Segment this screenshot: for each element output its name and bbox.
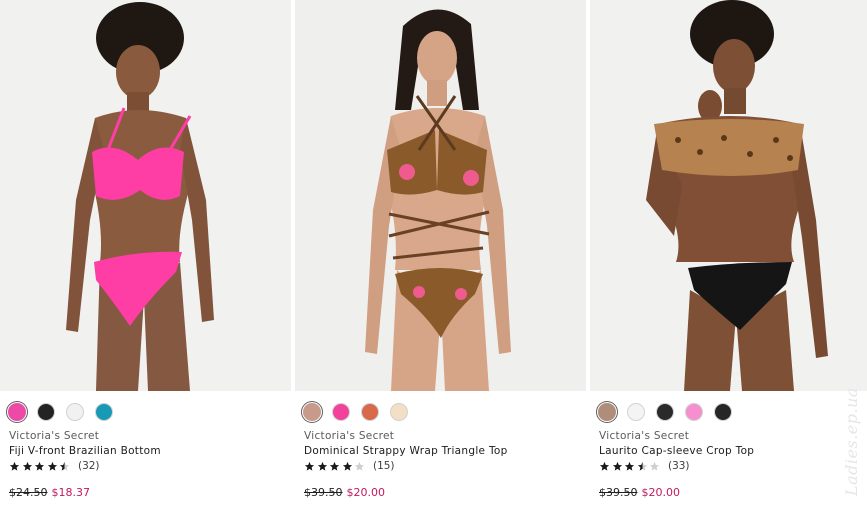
star-icon xyxy=(9,461,20,471)
product-price: $24.50 $18.37 xyxy=(9,486,90,499)
sale-price: $18.37 xyxy=(51,486,91,499)
swatch-leopard-floral[interactable] xyxy=(303,403,321,421)
star-icon xyxy=(355,461,365,471)
swatch-white[interactable] xyxy=(627,403,645,421)
star-icon xyxy=(599,461,610,471)
product-rating: (32) xyxy=(9,459,100,473)
star-icon xyxy=(650,461,660,471)
swatch-pink[interactable] xyxy=(332,403,350,421)
product-price: $39.50 $20.00 xyxy=(599,486,680,499)
product-card[interactable]: Victoria's Secret Fiji V-front Brazilian… xyxy=(0,0,291,512)
product-brand: Victoria's Secret xyxy=(599,430,690,442)
star-icon xyxy=(22,461,32,471)
star-icon xyxy=(304,461,315,471)
star-icon xyxy=(60,461,70,471)
swatch-pink[interactable] xyxy=(8,403,26,421)
product-price: $39.50 $20.00 xyxy=(304,486,385,499)
star-icon xyxy=(625,461,635,471)
star-icon xyxy=(342,461,352,471)
star-icon xyxy=(35,461,45,471)
star-icon xyxy=(330,461,340,471)
product-card[interactable]: Victoria's Secret Dominical Strappy Wrap… xyxy=(295,0,586,512)
product-name[interactable]: Dominical Strappy Wrap Triangle Top xyxy=(304,445,508,457)
color-swatches xyxy=(303,401,419,423)
review-count[interactable]: (15) xyxy=(373,460,395,472)
sale-price: $20.00 xyxy=(346,486,386,499)
color-swatches xyxy=(8,401,124,423)
swatch-teal[interactable] xyxy=(95,403,113,421)
star-icon xyxy=(612,461,622,471)
rating-stars xyxy=(304,461,367,472)
color-swatches xyxy=(598,401,743,423)
review-count[interactable]: (32) xyxy=(78,460,100,472)
product-image[interactable] xyxy=(0,0,291,391)
product-image[interactable] xyxy=(295,0,586,391)
star-icon xyxy=(317,461,327,471)
swatch-black[interactable] xyxy=(37,403,55,421)
product-card[interactable]: Victoria's Secret Laurito Cap-sleeve Cro… xyxy=(590,0,867,512)
watermark: Ladies.ep.ua xyxy=(842,387,861,496)
swatch-pink[interactable] xyxy=(685,403,703,421)
rating-stars xyxy=(9,461,72,472)
product-name[interactable]: Fiji V-front Brazilian Bottom xyxy=(9,445,161,457)
product-brand: Victoria's Secret xyxy=(9,430,100,442)
swatch-leopard[interactable] xyxy=(598,403,616,421)
rating-stars xyxy=(599,461,662,472)
swatch-black[interactable] xyxy=(714,403,732,421)
product-brand: Victoria's Secret xyxy=(304,430,395,442)
star-icon xyxy=(47,461,57,471)
product-rating: (33) xyxy=(599,459,690,473)
product-name[interactable]: Laurito Cap-sleeve Crop Top xyxy=(599,445,754,457)
swatch-rust[interactable] xyxy=(361,403,379,421)
sale-price: $20.00 xyxy=(641,486,681,499)
product-grid: Victoria's Secret Fiji V-front Brazilian… xyxy=(0,0,867,512)
original-price: $39.50 xyxy=(599,486,638,499)
star-icon xyxy=(637,461,647,471)
product-image[interactable] xyxy=(590,0,867,391)
original-price: $24.50 xyxy=(9,486,48,499)
swatch-white[interactable] xyxy=(66,403,84,421)
swatch-black-dot[interactable] xyxy=(656,403,674,421)
original-price: $39.50 xyxy=(304,486,343,499)
product-rating: (15) xyxy=(304,459,395,473)
swatch-floral-light[interactable] xyxy=(390,403,408,421)
review-count[interactable]: (33) xyxy=(668,460,690,472)
